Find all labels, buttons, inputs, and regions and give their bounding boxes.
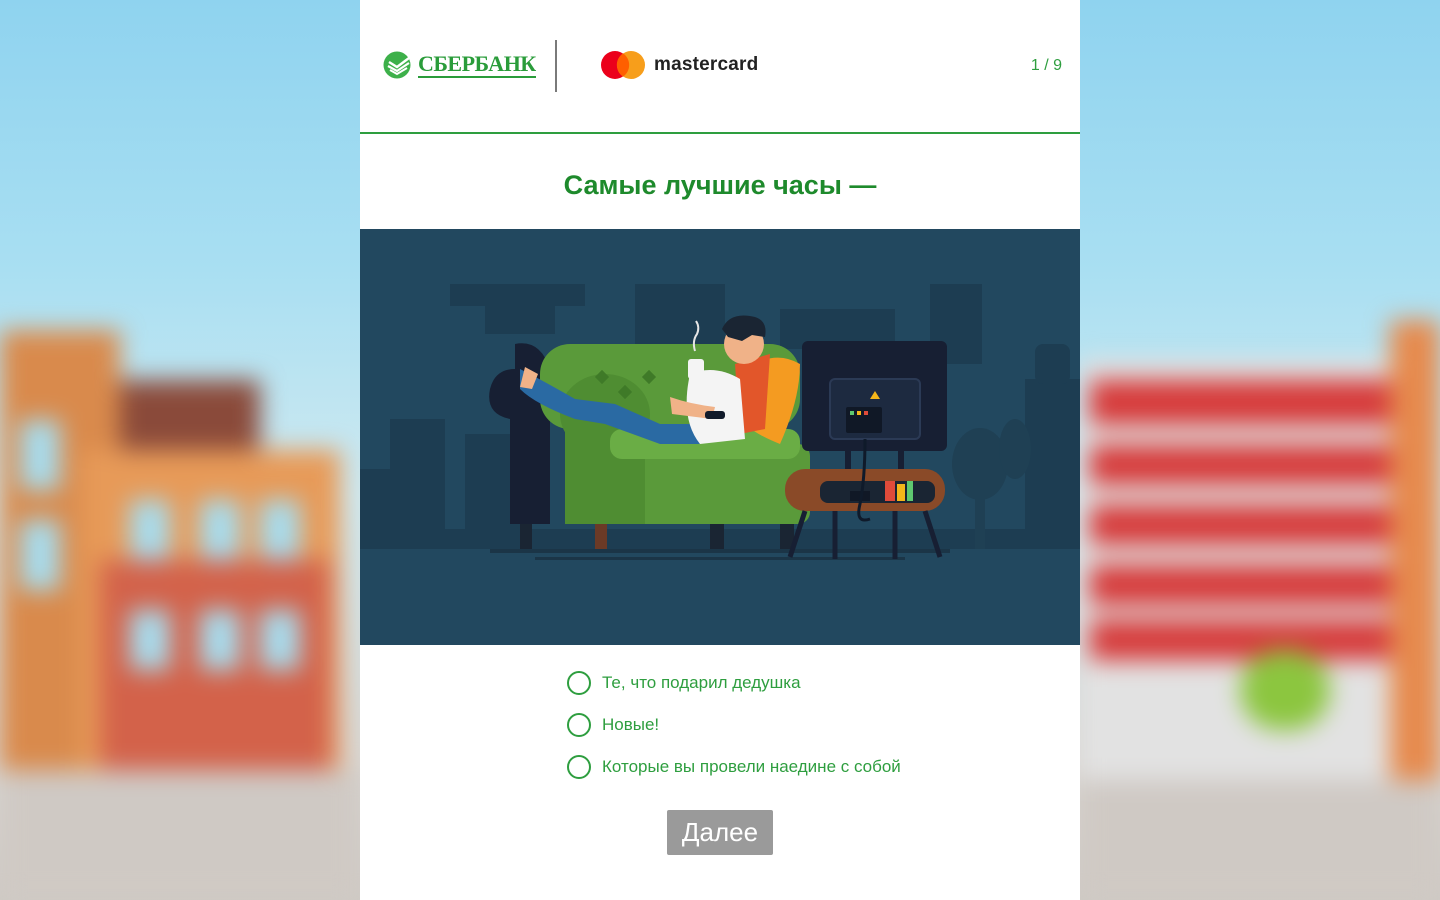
sberbank-logo-icon xyxy=(383,51,411,79)
sberbank-logo: СБЕРБАНК xyxy=(382,50,536,80)
radio-icon[interactable] xyxy=(567,671,591,695)
next-button[interactable]: Далее xyxy=(667,810,773,855)
answer-options: Те, что подарил дедушка Новые! Которые в… xyxy=(567,662,901,788)
progress-counter: 1 / 9 xyxy=(1030,57,1062,74)
radio-icon[interactable] xyxy=(567,713,591,737)
mastercard-logo-icon xyxy=(601,51,645,79)
option-label: Новые! xyxy=(602,715,660,734)
option-grandfather[interactable]: Те, что подарил дедушка xyxy=(567,662,901,704)
option-alone[interactable]: Которые вы провели наедине с собой xyxy=(567,746,901,788)
option-label: Те, что подарил дедушка xyxy=(602,673,801,692)
header: СБЕРБАНК mastercard 1 / 9 xyxy=(360,0,1080,134)
sberbank-wordmark: СБЕРБАНК xyxy=(418,51,536,78)
radio-icon[interactable] xyxy=(567,755,591,779)
illustration xyxy=(360,229,1080,645)
logo-divider xyxy=(555,40,557,92)
mastercard-logo: mastercard xyxy=(600,50,758,80)
quiz-card: СБЕРБАНК mastercard 1 / 9 Самые лучшие ч… xyxy=(360,0,1080,900)
option-label: Которые вы провели наедине с собой xyxy=(602,757,901,776)
illustration-art xyxy=(360,284,1080,560)
mastercard-wordmark: mastercard xyxy=(654,54,759,75)
question-title: Самые лучшие часы — xyxy=(563,170,877,200)
option-new[interactable]: Новые! xyxy=(567,704,901,746)
